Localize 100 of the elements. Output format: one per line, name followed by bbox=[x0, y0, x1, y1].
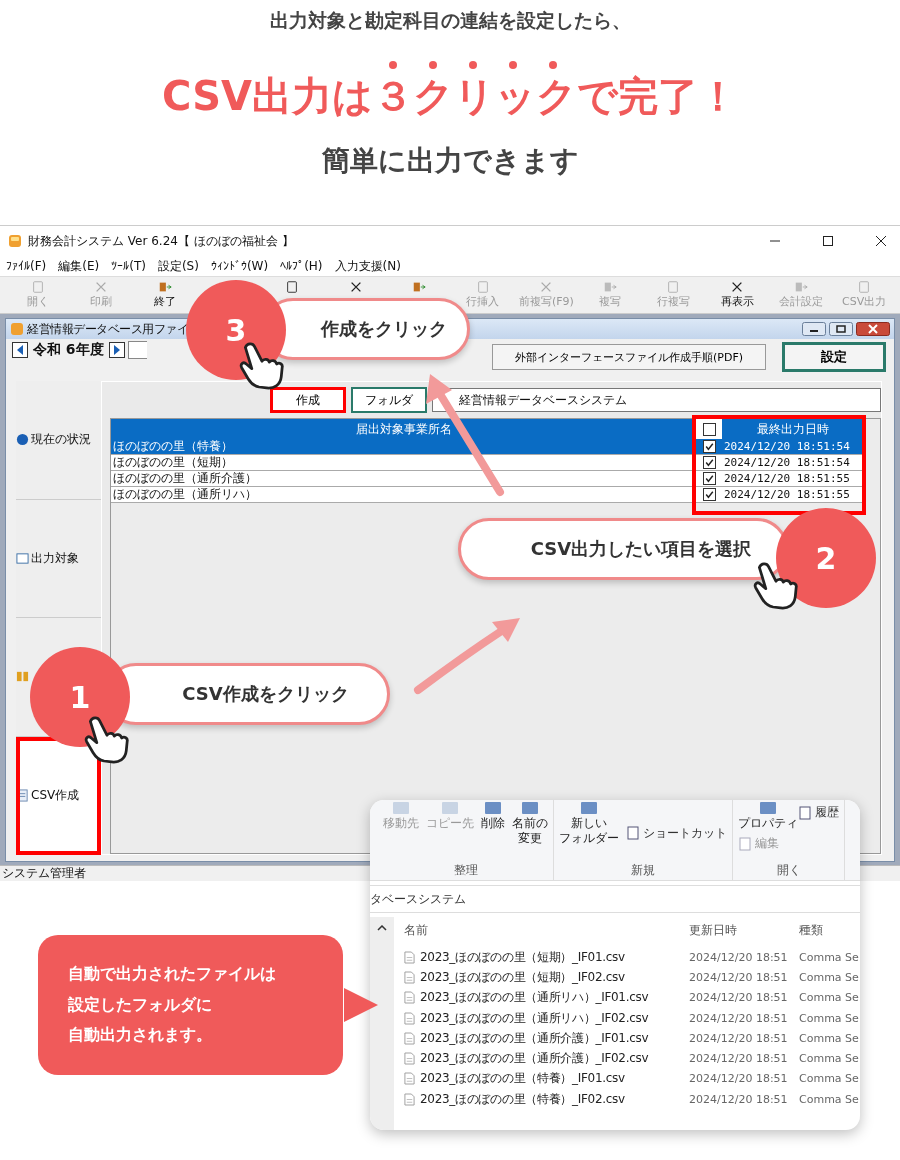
checkbox[interactable] bbox=[702, 422, 716, 436]
column-header[interactable]: 名前 bbox=[404, 921, 689, 939]
ribbon-button[interactable]: 削除 bbox=[481, 800, 505, 862]
ribbon-group-label: 新規 bbox=[630, 862, 656, 879]
menu-item[interactable]: 設定(S) bbox=[157, 257, 199, 275]
checkbox[interactable] bbox=[703, 456, 716, 469]
table-cell-text: 2024/12/20 18:51 bbox=[689, 1052, 789, 1066]
file-name[interactable]: 2023_ほのぼのの里（通所介護）_IF01.csv bbox=[420, 1029, 649, 1047]
column-header: 届出対象事業所名 bbox=[111, 419, 697, 439]
subtitle: 簡単に出力できます bbox=[321, 143, 579, 179]
menu-item[interactable]: ﾂｰﾙ(T) bbox=[111, 259, 146, 273]
menu-item[interactable]: ﾍﾙﾌﾟ(H) bbox=[280, 259, 323, 273]
table-cell-text: 2024/12/20 18:51 bbox=[689, 950, 789, 964]
table-cell: Comma Se bbox=[799, 1052, 860, 1066]
table-cell-text: 2024/12/20 18:51 bbox=[689, 1072, 789, 1086]
file-icon bbox=[404, 1011, 415, 1025]
menu-item[interactable]: 編集(E) bbox=[58, 257, 100, 275]
toolbar-button[interactable] bbox=[285, 280, 300, 294]
maximize-icon[interactable] bbox=[822, 235, 834, 247]
table-cell: Comma Se bbox=[799, 950, 860, 964]
ribbon-button[interactable]: プロパティ bbox=[738, 800, 798, 831]
file-icon bbox=[404, 1092, 415, 1106]
minimize-icon[interactable] bbox=[802, 322, 826, 336]
action-button[interactable]: 作成 bbox=[270, 387, 346, 413]
file-name[interactable]: 2023_ほのぼのの里（通所介護）_IF02.csv bbox=[420, 1050, 649, 1068]
document-icon bbox=[738, 836, 752, 851]
checkbox[interactable] bbox=[703, 488, 716, 501]
chevron-up-icon[interactable] bbox=[377, 925, 387, 931]
sidebar-item[interactable]: CSV作成 bbox=[16, 736, 101, 855]
menu-item[interactable]: 入力支援(N) bbox=[334, 257, 401, 275]
exit-door-icon bbox=[793, 280, 808, 294]
ribbon-group-label: 開く bbox=[775, 862, 802, 879]
ribbon-button[interactable]: 名前の 変更 bbox=[512, 800, 548, 862]
table-cell: 2024/12/20 18:51:54 bbox=[722, 455, 864, 471]
table-cell: 2024/12/20 18:51:55 bbox=[722, 487, 864, 503]
table-cell-text: 2024/12/20 18:51 bbox=[689, 1011, 789, 1025]
table-cell: Comma Se bbox=[799, 1031, 860, 1045]
ribbon-button[interactable]: 新しい フォルダー bbox=[559, 800, 619, 862]
column-header[interactable]: 種類 bbox=[799, 921, 860, 939]
input-field[interactable] bbox=[127, 341, 147, 359]
ribbon-button[interactable]: 履歴 bbox=[798, 804, 839, 821]
address-bar[interactable]: タベースシステム bbox=[370, 885, 860, 913]
document-icon bbox=[857, 280, 872, 294]
file-name[interactable]: 2023_ほのぼのの里（通所リハ）_IF01.csv bbox=[420, 989, 649, 1007]
table-cell: Comma Se bbox=[799, 991, 860, 1005]
close-icon[interactable] bbox=[875, 235, 887, 247]
file-name[interactable]: 2023_ほのぼのの里（通所リハ）_IF02.csv bbox=[420, 1009, 649, 1027]
document-icon bbox=[285, 280, 300, 294]
table-cell-text: 2024/12/20 18:51 bbox=[689, 1092, 789, 1106]
note-text: 自動で出力されたファイルは 設定したフォルダに 自動出力されます。 bbox=[68, 963, 276, 1047]
scrollbar[interactable] bbox=[370, 917, 394, 1130]
table-cell: Comma Se bbox=[799, 1072, 860, 1086]
file-name[interactable]: 2023_ほのぼのの里（短期）_IF01.csv bbox=[420, 948, 625, 966]
table-cell-text: 2024/12/20 18:51 bbox=[689, 1031, 789, 1045]
folder-path-field[interactable]: 経営情報データベースシステム bbox=[432, 388, 881, 412]
next-icon[interactable] bbox=[108, 342, 125, 358]
document-icon bbox=[666, 280, 681, 294]
table-cell[interactable]: ほのぼのの里（通所介護） bbox=[111, 471, 697, 487]
table-cell-text: 2024/12/20 18:51 bbox=[689, 970, 789, 984]
action-button[interactable]: フォルダ bbox=[351, 387, 427, 413]
file-icon bbox=[404, 950, 415, 964]
file-icon bbox=[404, 970, 415, 984]
app-icon bbox=[8, 234, 22, 248]
column-header: 最終出力日時 bbox=[722, 419, 864, 439]
close-icon[interactable] bbox=[856, 322, 890, 336]
menu-item[interactable]: ﾌｧｲﾙ(F) bbox=[6, 259, 47, 273]
table-cell[interactable]: ほのぼのの里（特養） bbox=[111, 439, 697, 455]
table-cell-text: 2024/12/20 18:51 bbox=[689, 991, 789, 1005]
headline: ３クリック bbox=[372, 72, 577, 120]
window-icon bbox=[16, 551, 29, 565]
fiscal-year: 令和 6年度 bbox=[32, 341, 105, 359]
previous-icon[interactable] bbox=[12, 342, 28, 358]
table-cell: Comma Se bbox=[799, 1011, 860, 1025]
info-icon bbox=[16, 433, 29, 447]
toolbar-button[interactable]: 再表示 bbox=[720, 280, 754, 309]
file-name[interactable]: 2023_ほのぼのの里（短期）_IF02.csv bbox=[420, 968, 625, 986]
table-cell[interactable]: ほのぼのの里（通所リハ） bbox=[111, 487, 697, 503]
ribbon-group-label: 整理 bbox=[452, 862, 479, 879]
checkbox[interactable] bbox=[703, 440, 716, 453]
exit-door-icon bbox=[157, 280, 172, 294]
menu-item[interactable]: ｳｨﾝﾄﾞｳ(W) bbox=[210, 259, 269, 273]
ribbon-button[interactable]: ショートカット bbox=[626, 804, 727, 862]
file-icon bbox=[404, 991, 415, 1005]
file-name[interactable]: 2023_ほのぼのの里（特養）_IF02.csv bbox=[420, 1090, 625, 1108]
table-cell[interactable]: ほのぼのの里（短期） bbox=[111, 455, 697, 471]
file-name[interactable]: 2023_ほのぼのの里（特養）_IF01.csv bbox=[420, 1070, 625, 1088]
column-header[interactable]: 更新日時 bbox=[689, 921, 799, 939]
table-cell: Comma Se bbox=[799, 1092, 860, 1106]
file-icon bbox=[404, 1031, 415, 1045]
maximize-icon[interactable] bbox=[829, 322, 853, 336]
lead-text: 出力対象と勘定科目の連結を設定したら、 bbox=[269, 8, 631, 33]
checkbox[interactable] bbox=[703, 472, 716, 485]
headline: CSV出力は bbox=[162, 72, 373, 120]
toolbar-button[interactable]: 終了 bbox=[153, 280, 176, 309]
document-icon bbox=[798, 805, 812, 820]
file-icon bbox=[404, 1052, 415, 1066]
exit-door-icon bbox=[412, 280, 427, 294]
manual-button[interactable]: 外部インターフェースファイル作成手順(PDF) bbox=[492, 344, 766, 370]
window-title: 財務会計システム Ver 6.24【 ほのぼの福祉会 】 bbox=[28, 232, 294, 250]
settings-button[interactable]: 設定 bbox=[782, 342, 886, 372]
